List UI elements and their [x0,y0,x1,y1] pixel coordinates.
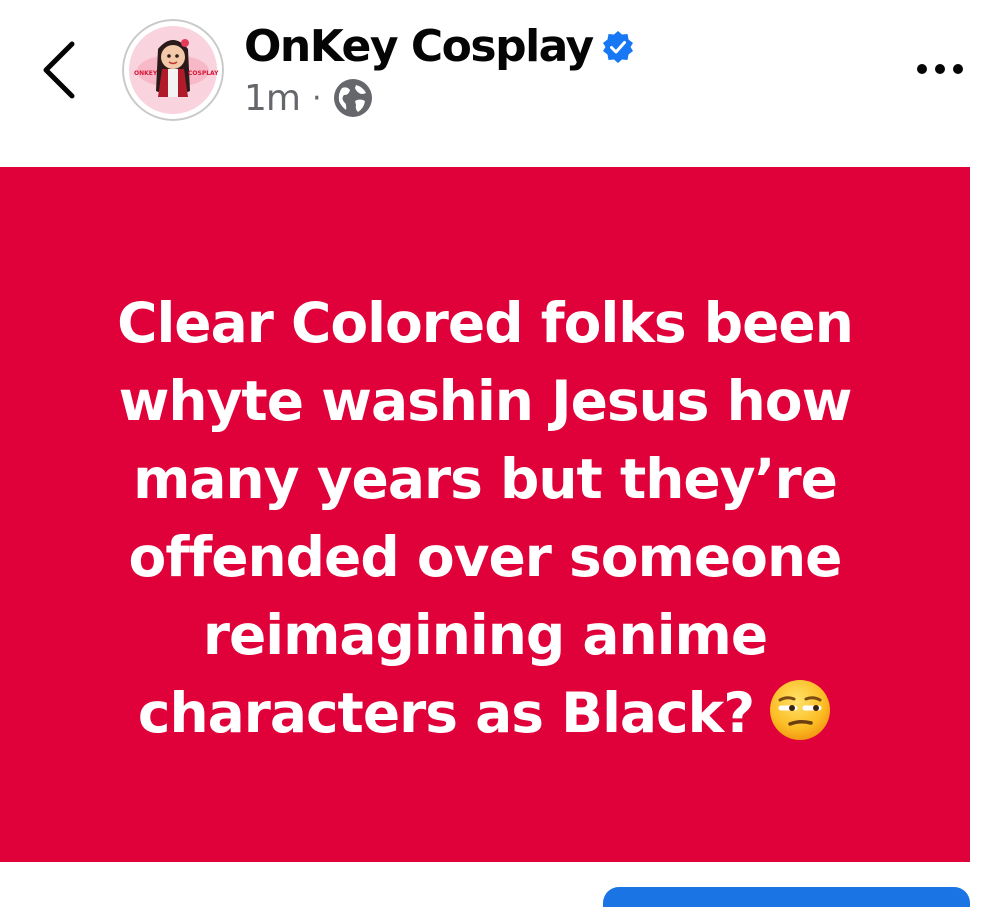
unamused-face-emoji [770,680,831,740]
post-text-line: whyte washin Jesus how [118,369,853,433]
meta-separator: · [311,80,322,116]
post-text: Clear Colored folks been whyte washin Je… [30,284,940,752]
post-meta: 1m · [244,74,374,122]
more-options-icon [917,64,963,74]
post-text-line: Clear Colored folks been [117,291,854,355]
facebook-post-screen: ONKEY COSPLAY OnKey Cosplay 1m · Clear C… [0,0,1000,907]
post-content-card[interactable]: Clear Colored folks been whyte washin Je… [0,167,970,862]
post-text-line: many years but they’re [133,447,838,511]
page-name[interactable]: OnKey Cosplay [244,21,594,72]
post-text-line: offended over someone [128,525,843,589]
back-button[interactable] [36,38,86,102]
verified-badge-icon [602,31,633,63]
page-name-row: OnKey Cosplay [244,16,635,76]
post-header: ONKEY COSPLAY OnKey Cosplay 1m · [0,0,1000,167]
more-options-button[interactable] [912,52,968,86]
avatar-text-right: COSPLAY [188,70,219,77]
post-timestamp[interactable]: 1m [244,78,301,119]
back-chevron-icon [43,41,75,99]
post-text-last-line: characters as Black? [30,674,940,752]
globe-icon[interactable] [332,77,374,119]
avatar-text-left: ONKEY [134,70,158,77]
post-text-line: reimagining anime [202,603,768,667]
primary-action-button[interactable] [603,887,970,907]
avatar[interactable]: ONKEY COSPLAY [122,19,224,121]
avatar-image: ONKEY COSPLAY [122,19,224,121]
post-text-line: characters as Black? [137,681,755,745]
